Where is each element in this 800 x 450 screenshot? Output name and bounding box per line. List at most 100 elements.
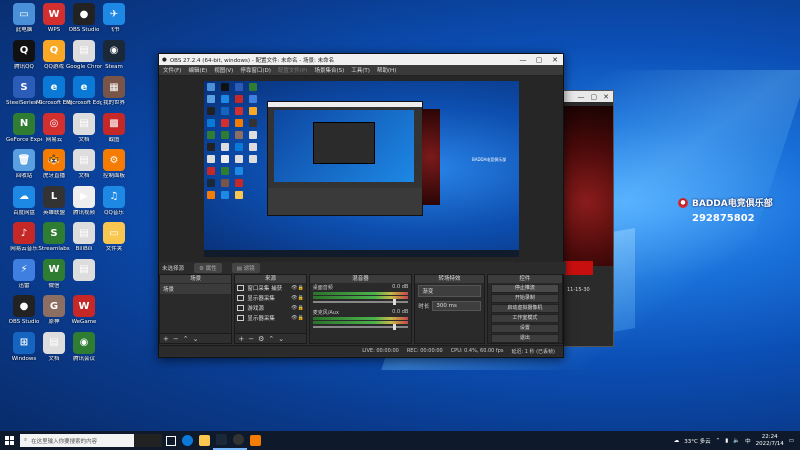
- network-icon[interactable]: ▮: [725, 438, 728, 444]
- desktop-icon[interactable]: ♫ QQ音乐: [96, 185, 132, 217]
- menu-help[interactable]: 帮助(H): [377, 66, 396, 74]
- cpu-status: CPU: 0.4%, 60.00 fps: [450, 348, 504, 354]
- menu-docks[interactable]: 停靠窗口(D): [240, 66, 271, 74]
- obs-menubar: 文件(F) 编辑(E) 视图(V) 停靠窗口(D) 配置文件(P) 场景集合(S…: [159, 65, 563, 76]
- transition-type-select[interactable]: 渐变: [418, 285, 481, 297]
- maximize-icon[interactable]: ▢: [531, 56, 547, 64]
- ime-icon[interactable]: 中: [745, 437, 751, 445]
- desktop-icon[interactable]: ◉ 腾讯会议: [66, 331, 102, 363]
- menu-file[interactable]: 文件(F): [163, 66, 181, 74]
- volume-slider[interactable]: [312, 324, 409, 330]
- desktop-icon[interactable]: W WeGame: [66, 295, 102, 326]
- desktop-icon-label: 飞书: [108, 27, 120, 33]
- scene-item[interactable]: 场景: [160, 284, 232, 294]
- clock[interactable]: 22:24 2022/7/14: [756, 434, 784, 447]
- taskbar-search[interactable]: ⌕ 在这里输入你要搜索的内容: [20, 434, 162, 447]
- source-item[interactable]: 窗口采集 捕获 👁🔒: [235, 283, 305, 293]
- background-timestamp: 11-15-30: [567, 287, 590, 293]
- up-icon[interactable]: ⌃: [183, 335, 189, 343]
- settings-button[interactable]: 设置: [490, 324, 559, 333]
- start-recording-button[interactable]: 开始录制: [490, 294, 559, 303]
- app-icon: ▤: [73, 149, 95, 171]
- taskbar-task-view[interactable]: [162, 431, 179, 450]
- source-item[interactable]: 显示器采集 👁🔒: [235, 313, 305, 323]
- app-icon: ♪: [13, 222, 35, 244]
- source-item[interactable]: 显示器采集 👁🔒: [235, 293, 305, 303]
- remove-icon[interactable]: −: [248, 335, 254, 343]
- desktop-icon[interactable]: ✈ 飞书: [96, 3, 132, 34]
- tray-chevron-icon[interactable]: ⌃: [716, 438, 721, 444]
- sources-dock-title: 来源: [235, 275, 306, 283]
- obs-preview-area[interactable]: BADDA电竞俱乐部: [159, 76, 563, 262]
- app-icon: ⚙: [103, 149, 125, 171]
- desktop-icon-label: WeGame: [71, 319, 97, 325]
- visibility-lock-icons[interactable]: 👁🔒: [291, 305, 304, 311]
- maximize-icon[interactable]: ▢: [591, 93, 598, 101]
- menu-profile[interactable]: 配置文件(P): [278, 66, 308, 74]
- duration-input[interactable]: 300 ms: [432, 301, 481, 311]
- remove-icon[interactable]: −: [173, 335, 179, 343]
- properties-button[interactable]: ⚙ 属性: [194, 263, 222, 273]
- obs-window[interactable]: ● OBS 27.2.4 (64-bit, windows) - 配置文件: 未…: [158, 53, 566, 358]
- close-icon[interactable]: ✕: [547, 56, 563, 64]
- visibility-lock-icons[interactable]: 👁🔒: [291, 315, 304, 321]
- gear-icon[interactable]: ⚙: [258, 335, 264, 343]
- start-virtual-camera-button[interactable]: 启动虚拟摄像机: [490, 304, 559, 313]
- background-window[interactable]: — ▢ ✕ 11-15-30: [560, 90, 614, 347]
- filters-button[interactable]: ▤ 滤镜: [231, 263, 260, 273]
- start-button[interactable]: [0, 431, 18, 450]
- search-highlight-image: [134, 434, 162, 447]
- visibility-lock-icons[interactable]: 👁🔒: [291, 285, 304, 291]
- desktop-icon[interactable]: ▤: [66, 258, 102, 283]
- menu-edit[interactable]: 编辑(E): [188, 66, 207, 74]
- desktop-icon[interactable]: ▩ 截图: [96, 112, 132, 144]
- app-icon: Q: [43, 39, 65, 62]
- taskbar-app[interactable]: [247, 431, 264, 450]
- taskbar-explorer[interactable]: [196, 431, 213, 450]
- app-icon: Q: [13, 39, 35, 62]
- close-icon[interactable]: ✕: [603, 93, 609, 101]
- minimize-icon[interactable]: —: [578, 93, 585, 101]
- app-icon: ♫: [103, 185, 125, 208]
- desktop-icon[interactable]: ◉ Steam: [96, 39, 132, 71]
- app-icon: ◎: [43, 112, 65, 135]
- menu-tools[interactable]: 工具(T): [351, 66, 370, 74]
- studio-mode-button[interactable]: 工作室模式: [490, 314, 559, 323]
- obs-titlebar[interactable]: ● OBS 27.2.4 (64-bit, windows) - 配置文件: 未…: [159, 54, 563, 65]
- preview-canvas[interactable]: BADDA电竞俱乐部: [204, 81, 519, 257]
- weather-text[interactable]: 33°C 多云: [684, 437, 710, 445]
- streamer-overlay: ● BADDA电竞俱乐部 292875802: [678, 196, 773, 224]
- clock-date: 2022/7/14: [755, 440, 784, 447]
- visibility-lock-icons[interactable]: 👁🔒: [291, 295, 304, 301]
- add-icon[interactable]: +: [163, 335, 169, 343]
- app-icon: ▭: [103, 222, 125, 244]
- menu-scene-collection[interactable]: 场景集合(S): [314, 66, 344, 74]
- weather-icon[interactable]: ☁: [674, 438, 680, 444]
- exit-button[interactable]: 退出: [490, 334, 559, 343]
- taskbar-obs[interactable]: [230, 431, 247, 450]
- background-window-titlebar[interactable]: — ▢ ✕: [561, 91, 613, 102]
- obs-docks: 场景 场景 + − ⌃ ⌄ 来源 窗口采集 捕获 👁🔒 显示器采集 👁🔒 游戏源 👁🔒 显示…: [159, 274, 563, 344]
- volume-slider[interactable]: [312, 299, 409, 305]
- source-item[interactable]: 游戏源 👁🔒: [235, 303, 305, 313]
- source-type-icon: [237, 295, 245, 301]
- app-icon: ▤: [73, 39, 95, 62]
- menu-view[interactable]: 视图(V): [214, 66, 233, 74]
- app-icon: ▤: [43, 331, 65, 354]
- volume-icon[interactable]: 🔈: [733, 438, 740, 444]
- desktop-icon[interactable]: ⚙ 控制面板: [96, 149, 132, 180]
- down-icon[interactable]: ⌄: [193, 335, 199, 343]
- app-icon: e: [43, 76, 65, 98]
- desktop-icon[interactable]: ▭ 文件夹: [96, 222, 132, 253]
- stop-streaming-button[interactable]: 停止推流: [490, 284, 559, 293]
- desktop-icon[interactable]: ▦ 我的世界: [96, 76, 132, 107]
- transitions-dock: 转场特效 渐变 时长 300 ms: [414, 274, 485, 344]
- taskbar-steam[interactable]: [213, 431, 230, 450]
- minimize-icon[interactable]: —: [515, 56, 531, 64]
- taskbar-edge[interactable]: [179, 431, 196, 450]
- transitions-dock-title: 转场特效: [415, 275, 484, 283]
- notification-icon[interactable]: ▭: [789, 438, 794, 444]
- down-icon[interactable]: ⌄: [278, 335, 284, 343]
- add-icon[interactable]: +: [238, 335, 244, 343]
- up-icon[interactable]: ⌃: [268, 335, 274, 343]
